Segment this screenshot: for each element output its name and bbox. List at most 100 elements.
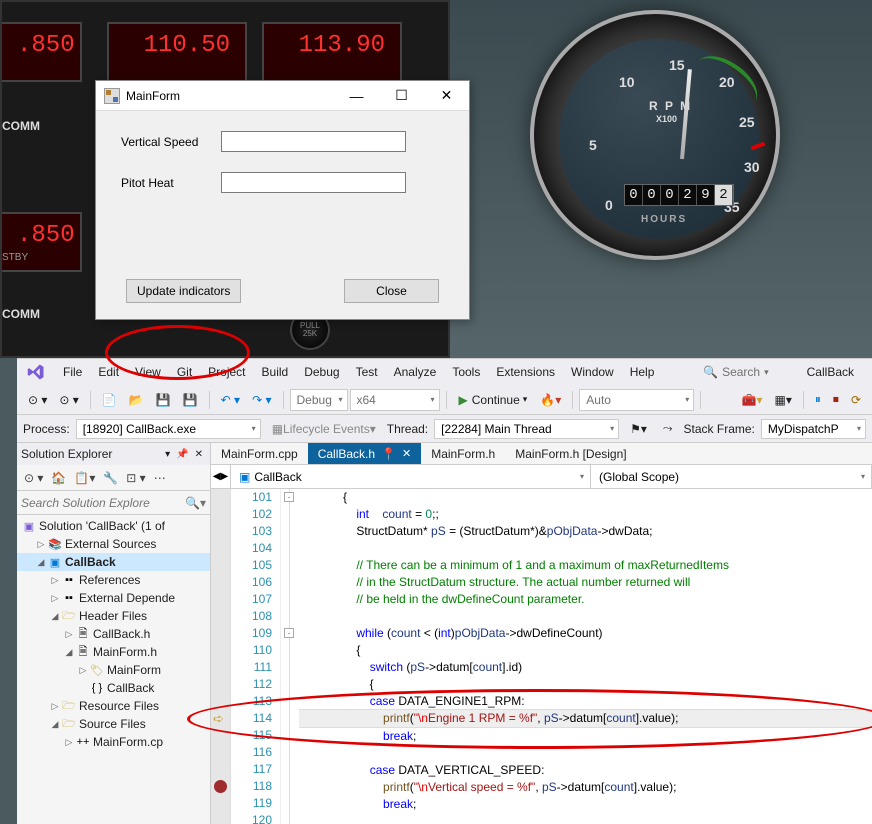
solution-explorer-header[interactable]: Solution Explorer ▾ 📌 ✕ xyxy=(17,443,210,465)
close-button[interactable]: Close xyxy=(344,279,439,303)
mainform-titlebar[interactable]: MainForm — ☐ ✕ xyxy=(96,81,469,111)
tab-callback-h[interactable]: CallBack.h📍✕ xyxy=(308,443,422,464)
menu-view[interactable]: View xyxy=(127,361,169,383)
pin-icon[interactable]: 📌 xyxy=(173,449,191,460)
maximize-button[interactable]: ☐ xyxy=(379,82,424,110)
pause-button[interactable]: ⏸ xyxy=(810,389,826,411)
stop-button[interactable]: ⏹ xyxy=(828,389,844,411)
menu-file[interactable]: File xyxy=(55,361,90,383)
process-label: Process: xyxy=(23,422,70,436)
close-icon[interactable]: ✕ xyxy=(192,449,206,460)
stackframe-dropdown[interactable]: MyDispatchP xyxy=(761,419,866,439)
tree-callback-node[interactable]: { }CallBack xyxy=(17,679,210,697)
pitot-heat-input[interactable] xyxy=(221,172,406,193)
tree-mainform-node[interactable]: ▷🏷MainForm xyxy=(17,661,210,679)
fold-box-icon[interactable]: - xyxy=(284,628,294,638)
se-more-button[interactable]: ⋯ xyxy=(151,469,169,487)
nav-left-icon[interactable]: ◀▶ xyxy=(211,465,231,488)
menu-project[interactable]: Project xyxy=(200,361,253,383)
fold-gutter[interactable]: - - xyxy=(281,489,299,824)
layout-button[interactable]: ▦▾ xyxy=(770,389,797,411)
tree-external-deps[interactable]: ▷▪▪External Depende xyxy=(17,589,210,607)
menu-extensions[interactable]: Extensions xyxy=(488,361,563,383)
save-button[interactable]: 💾 xyxy=(151,389,176,411)
menu-git[interactable]: Git xyxy=(169,361,200,383)
menu-window[interactable]: Window xyxy=(563,361,622,383)
se-home-button[interactable]: ⊙ ▾ xyxy=(21,469,46,487)
process-dropdown[interactable]: [18920] CallBack.exe xyxy=(76,419,261,439)
tab-mainform-design[interactable]: MainForm.h [Design] xyxy=(505,443,636,464)
menu-edit[interactable]: Edit xyxy=(90,361,127,383)
breakpoint-gutter[interactable]: ➪ xyxy=(211,489,231,824)
nav-fwd-button[interactable]: ⊙ ▾ xyxy=(54,389,83,411)
frequency-display-3: 113.90 xyxy=(262,22,402,82)
pin-icon[interactable]: 📍 xyxy=(381,447,396,461)
menu-help[interactable]: Help xyxy=(622,361,663,383)
vs-search[interactable]: 🔍Search▾ xyxy=(697,363,775,381)
hot-reload-button[interactable]: 🔥▾ xyxy=(535,389,566,411)
update-indicators-button[interactable]: Update indicators xyxy=(126,279,241,303)
frequency-display-4: .850 xyxy=(2,212,82,272)
undo-button[interactable]: ↶ ▾ xyxy=(216,389,245,411)
gauge-tick-20: 20 xyxy=(719,74,735,90)
minimize-button[interactable]: — xyxy=(334,82,379,110)
close-window-button[interactable]: ✕ xyxy=(424,82,469,110)
tree-solution[interactable]: ▣Solution 'CallBack' (1 of xyxy=(17,517,210,535)
tab-mainform-h[interactable]: MainForm.h xyxy=(421,443,505,464)
scope-dropdown[interactable]: ▣CallBack xyxy=(231,465,591,488)
tree-mainform-cpp[interactable]: ▷++MainForm.cp xyxy=(17,733,210,751)
flag-button[interactable]: ⚑▾ xyxy=(625,418,652,440)
toolbox-button[interactable]: 🧰▾ xyxy=(737,389,768,411)
menu-tools[interactable]: Tools xyxy=(444,361,488,383)
menu-build[interactable]: Build xyxy=(254,361,297,383)
continue-button[interactable]: ▶Continue▾ xyxy=(453,393,534,407)
platform-dropdown[interactable]: x64 xyxy=(350,389,440,411)
tree-callback-h[interactable]: ▷🗎CallBack.h xyxy=(17,625,210,643)
tree-external-sources[interactable]: ▷📚External Sources xyxy=(17,535,210,553)
code-content[interactable]: { int count = 0;; StructDatum* pS = (Str… xyxy=(299,489,872,824)
se-sync-button[interactable]: 📋▾ xyxy=(71,469,98,487)
menu-test[interactable]: Test xyxy=(348,361,386,383)
solution-explorer-search[interactable]: 🔍▾ xyxy=(17,491,210,515)
nav-back-button[interactable]: ⊙ ▾ xyxy=(23,389,52,411)
dropdown-icon[interactable]: ▾ xyxy=(162,449,173,460)
open-button[interactable]: 📂 xyxy=(124,389,149,411)
odo-digit: 2 xyxy=(715,185,733,205)
vs-logo-icon xyxy=(23,361,49,383)
tab-mainform-cpp[interactable]: MainForm.cpp xyxy=(211,443,308,464)
odo-digit: 9 xyxy=(697,185,715,205)
se-wrench-button[interactable]: 🔧 xyxy=(100,469,121,487)
tree-mainform-h[interactable]: ◢🗎MainForm.h xyxy=(17,643,210,661)
gauge-hours-label: HOURS xyxy=(641,214,687,225)
breakpoint-icon[interactable] xyxy=(214,780,227,793)
gauge-tick-5: 5 xyxy=(589,137,597,153)
tree-header-files[interactable]: ◢🗁Header Files xyxy=(17,607,210,625)
mainform-title: MainForm xyxy=(126,89,334,103)
se-home-button[interactable]: 🏠 xyxy=(48,469,69,487)
redo-button[interactable]: ↷ ▾ xyxy=(247,389,276,411)
gauge-tick-10: 10 xyxy=(619,74,635,90)
menu-debug[interactable]: Debug xyxy=(296,361,347,383)
vertical-speed-input[interactable] xyxy=(221,131,406,152)
se-search-input[interactable] xyxy=(21,496,185,510)
config-dropdown[interactable]: Debug xyxy=(290,389,348,411)
auto-dropdown[interactable]: Auto xyxy=(579,389,694,411)
tree-references[interactable]: ▷▪▪References xyxy=(17,571,210,589)
code-editor[interactable]: ➪ 10110210310410510610710810911011111211… xyxy=(211,489,872,824)
tree-source-files[interactable]: ◢🗁Source Files xyxy=(17,715,210,733)
lifecycle-button[interactable]: ▦ Lifecycle Events ▾ xyxy=(267,418,381,440)
close-icon[interactable]: ✕ xyxy=(402,447,411,460)
restart-button[interactable]: ⟳ xyxy=(846,389,866,411)
threads-button[interactable]: ⤳ xyxy=(658,418,678,440)
tree-resource-files[interactable]: ▷🗁Resource Files xyxy=(17,697,210,715)
thread-dropdown[interactable]: [22284] Main Thread xyxy=(434,419,619,439)
search-icon: 🔍▾ xyxy=(185,496,206,510)
se-filter-button[interactable]: ⊡ ▾ xyxy=(123,469,148,487)
menu-analyze[interactable]: Analyze xyxy=(386,361,445,383)
solution-explorer-toolbar: ⊙ ▾ 🏠 📋▾ 🔧 ⊡ ▾ ⋯ xyxy=(17,465,210,491)
fold-box-icon[interactable]: - xyxy=(284,492,294,502)
new-button[interactable]: 📄 xyxy=(97,389,122,411)
tree-callback-project[interactable]: ◢▣CallBack xyxy=(17,553,210,571)
save-all-button[interactable]: 💾 xyxy=(178,389,203,411)
member-dropdown[interactable]: (Global Scope) xyxy=(591,465,872,488)
